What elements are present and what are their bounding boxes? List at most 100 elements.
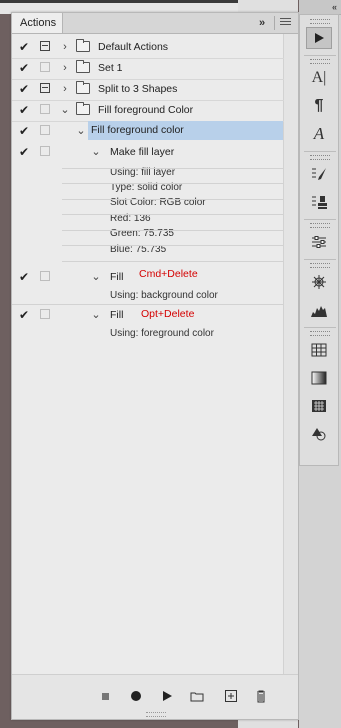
- collapse-dock-icon[interactable]: «: [332, 0, 337, 14]
- step-detail: Using: background color: [110, 290, 218, 301]
- folder-icon: [76, 60, 90, 73]
- panel-header: Actions »: [12, 13, 298, 34]
- action-set-label: Split to 3 Shapes: [98, 83, 178, 95]
- annotation-note: Cmd+Delete: [139, 268, 198, 280]
- dialog-toggle-icon[interactable]: [40, 146, 50, 156]
- checkmark-icon[interactable]: ✔: [19, 146, 31, 158]
- grip-icon[interactable]: [310, 331, 330, 336]
- detail-divider: [62, 261, 284, 262]
- collapse-panel-icon[interactable]: »: [255, 16, 269, 30]
- step-label: Make fill layer: [110, 146, 175, 158]
- gradients-icon[interactable]: [306, 367, 332, 389]
- action-set-label: Fill foreground Color: [98, 104, 194, 116]
- dock-divider: [304, 219, 336, 220]
- dock-divider: [304, 259, 336, 260]
- action-label: Fill foreground color: [91, 124, 184, 136]
- new-action-icon[interactable]: [224, 689, 238, 703]
- adjustments-icon[interactable]: [306, 231, 332, 253]
- detail-divider: [62, 199, 284, 200]
- panel-footer: [12, 674, 298, 719]
- step-fill-foreground[interactable]: ✔ ⌄ Fill Opt+Delete Using: foreground co…: [12, 305, 284, 343]
- grip-icon[interactable]: [310, 155, 330, 160]
- grip-icon[interactable]: [310, 263, 330, 268]
- chevron-right-icon[interactable]: ›: [60, 83, 70, 95]
- tab-actions[interactable]: Actions: [12, 13, 63, 33]
- brush-presets-icon[interactable]: [306, 163, 332, 185]
- play-action-icon[interactable]: [306, 27, 332, 49]
- panel-dock: « A| ¶ A: [299, 0, 341, 728]
- list-item-selected[interactable]: ✔ ⌄ Fill foreground color: [12, 121, 284, 142]
- dialog-toggle-icon[interactable]: [40, 62, 50, 72]
- folder-icon: [76, 102, 90, 115]
- list-item[interactable]: ✔ › Set 1: [12, 58, 284, 80]
- resize-grip[interactable]: [146, 712, 166, 717]
- dialog-toggle-icon[interactable]: [40, 125, 50, 135]
- dialog-toggle-icon[interactable]: [40, 104, 50, 114]
- patterns-icon[interactable]: [306, 395, 332, 417]
- dock-divider: [304, 327, 336, 328]
- grip-icon[interactable]: [310, 223, 330, 228]
- histogram-icon[interactable]: [306, 299, 332, 321]
- dialog-toggle-icon[interactable]: [40, 41, 50, 51]
- dialog-toggle-icon[interactable]: [40, 83, 50, 93]
- checkmark-icon[interactable]: ✔: [19, 62, 31, 74]
- chevron-down-icon[interactable]: ⌄: [91, 309, 101, 321]
- swatches-icon[interactable]: [306, 339, 332, 361]
- chevron-right-icon[interactable]: ›: [60, 41, 70, 53]
- dialog-toggle-icon[interactable]: [40, 309, 50, 319]
- step-detail: Green: 75.735: [110, 228, 174, 239]
- dock-divider: [304, 151, 336, 152]
- detail-divider: [62, 168, 284, 169]
- checkmark-icon[interactable]: ✔: [19, 271, 31, 283]
- play-icon[interactable]: [160, 689, 174, 703]
- folder-icon: [76, 81, 90, 94]
- 3d-icon[interactable]: [306, 271, 332, 293]
- clone-source-icon[interactable]: [306, 191, 332, 213]
- checkmark-icon[interactable]: ✔: [19, 41, 31, 53]
- dock-icons: A| ¶ A: [299, 14, 339, 466]
- action-set-label: Default Actions: [98, 41, 169, 53]
- chevron-down-icon[interactable]: ⌄: [91, 271, 101, 283]
- step-fill-background[interactable]: ✔ ⌄ Fill Cmd+Delete Using: background co…: [12, 267, 284, 305]
- panel-menu-icon[interactable]: [280, 18, 291, 28]
- actions-list: ✔ › Default Actions ✔ › Set 1 ✔ › Split …: [12, 34, 298, 674]
- checkmark-icon[interactable]: ✔: [19, 83, 31, 95]
- record-icon[interactable]: [129, 689, 143, 703]
- checkmark-icon[interactable]: ✔: [19, 309, 31, 321]
- grip-icon[interactable]: [310, 59, 330, 64]
- dock-divider: [304, 55, 336, 56]
- checkmark-icon[interactable]: ✔: [19, 104, 31, 116]
- grip-icon[interactable]: [310, 19, 330, 24]
- chevron-right-icon[interactable]: ›: [60, 62, 70, 74]
- step-label: Fill: [110, 309, 124, 321]
- stop-icon[interactable]: [98, 689, 112, 703]
- character-icon[interactable]: A|: [306, 67, 332, 89]
- detail-divider: [62, 214, 284, 215]
- step-detail: Using: foreground color: [110, 328, 214, 339]
- detail-divider: [62, 183, 284, 184]
- annotation-note: Opt+Delete: [141, 308, 195, 320]
- header-divider: [274, 16, 275, 30]
- new-set-icon[interactable]: [190, 689, 204, 703]
- detail-divider: [62, 245, 284, 246]
- list-item[interactable]: ✔ › Default Actions: [12, 37, 284, 59]
- actions-panel: Actions » ✔ › Default Actions ✔ › Set 1 …: [11, 12, 299, 720]
- scrollbar[interactable]: [283, 34, 298, 674]
- action-set-label: Set 1: [98, 62, 123, 74]
- chevron-down-icon[interactable]: ⌄: [60, 104, 70, 116]
- folder-icon: [76, 39, 90, 52]
- checkmark-icon[interactable]: ✔: [19, 125, 31, 137]
- shapes-icon[interactable]: [306, 423, 332, 445]
- chevron-down-icon[interactable]: ⌄: [76, 125, 86, 137]
- chevron-down-icon[interactable]: ⌄: [91, 146, 101, 158]
- dock-header: «: [299, 0, 341, 15]
- list-item[interactable]: ✔ ⌄ Fill foreground Color: [12, 100, 284, 122]
- delete-icon[interactable]: [254, 689, 268, 703]
- step-label: Fill: [110, 271, 124, 283]
- step-detail: Slot Color: RGB color: [110, 197, 206, 208]
- detail-divider: [62, 230, 284, 231]
- paragraph-icon[interactable]: ¶: [306, 95, 332, 117]
- glyphs-icon[interactable]: A: [306, 123, 332, 145]
- list-item[interactable]: ✔ › Split to 3 Shapes: [12, 79, 284, 101]
- dialog-toggle-icon[interactable]: [40, 271, 50, 281]
